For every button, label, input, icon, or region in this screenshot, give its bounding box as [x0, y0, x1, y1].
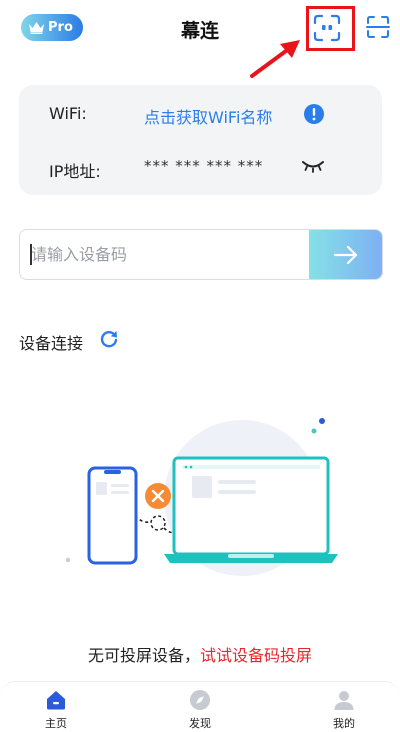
device-code-input-group	[19, 229, 383, 280]
nav-label-discover: 发现	[189, 717, 211, 730]
ip-value: *** *** *** ***	[144, 157, 264, 175]
get-wifi-name-link[interactable]: 点击获取WiFi名称	[144, 104, 272, 128]
device-code-input[interactable]	[20, 230, 311, 279]
home-icon	[47, 691, 65, 710]
bottom-nav: 主页 发现 我的	[0, 681, 400, 732]
eye-closed-icon[interactable]	[302, 159, 324, 173]
nav-label-home: 主页	[45, 717, 67, 730]
wifi-info-card: WiFi: 点击获取WiFi名称 IP地址: *** *** *** ***	[19, 85, 382, 195]
header: Pro 幕连	[0, 0, 400, 78]
no-device-illustration	[65, 418, 338, 576]
try-device-code-link[interactable]: 试试设备码投屏	[200, 646, 312, 665]
text-caret	[30, 244, 32, 265]
nav-item-discover[interactable]: 发现	[160, 682, 240, 732]
info-icon[interactable]	[304, 104, 324, 124]
connect-go-button[interactable]	[309, 230, 382, 279]
nav-item-mine[interactable]: 我的	[304, 682, 384, 732]
device-connection-title: 设备连接	[19, 334, 84, 353]
nav-item-home[interactable]: 主页	[16, 682, 96, 732]
annotation-arrow-icon	[250, 40, 300, 78]
arrow-right-icon	[333, 245, 357, 264]
scan-qr-icon[interactable]	[313, 14, 341, 42]
nav-label-mine: 我的	[333, 717, 355, 730]
empty-state-text: 无可投屏设备，试试设备码投屏	[0, 642, 400, 666]
user-icon	[334, 691, 354, 710]
scan-code-icon[interactable]	[366, 15, 390, 39]
refresh-icon[interactable]	[99, 329, 119, 349]
ip-label: IP地址:	[49, 162, 101, 181]
empty-state-message: 无可投屏设备，	[87, 646, 200, 665]
compass-icon	[190, 690, 210, 710]
wifi-label: WiFi:	[49, 104, 87, 123]
